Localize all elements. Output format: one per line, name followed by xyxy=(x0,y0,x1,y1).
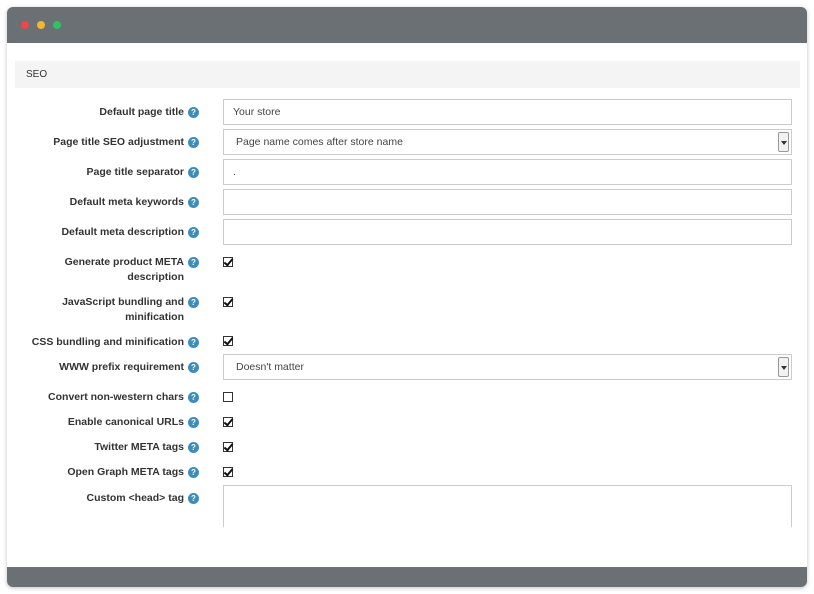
twitter-meta-label: Twitter META tags xyxy=(94,441,184,453)
title-seo-adjustment-value: Page name comes after store name xyxy=(236,136,403,148)
help-icon[interactable]: ? xyxy=(188,257,199,268)
window-titlebar xyxy=(7,7,807,43)
title-seo-adjustment-label: Page title SEO adjustment xyxy=(53,136,184,148)
custom-head-tag-textarea[interactable] xyxy=(223,485,792,527)
app-window: SEO Default page title ? Your store Page… xyxy=(7,7,807,587)
title-separator-label: Page title separator xyxy=(86,166,184,178)
convert-non-western-label: Convert non-western chars xyxy=(48,391,184,403)
meta-keywords-label: Default meta keywords xyxy=(69,196,184,208)
css-bundling-label: CSS bundling and minification xyxy=(31,336,184,348)
generate-product-meta-label-line1: Generate product META xyxy=(64,256,184,268)
js-bundling-label-line2: minification xyxy=(125,311,184,323)
close-window-icon[interactable] xyxy=(21,21,29,29)
help-icon[interactable]: ? xyxy=(188,197,199,208)
help-icon[interactable]: ? xyxy=(188,493,199,504)
help-icon[interactable]: ? xyxy=(188,167,199,178)
generate-product-meta-label-line2: description xyxy=(127,271,184,283)
www-prefix-select[interactable]: Doesn't matter xyxy=(223,354,792,380)
js-bundling-label-line1: JavaScript bundling and xyxy=(62,296,184,308)
help-icon[interactable]: ? xyxy=(188,362,199,373)
www-prefix-value: Doesn't matter xyxy=(236,361,304,373)
maximize-window-icon[interactable] xyxy=(53,21,61,29)
title-separator-input[interactable]: . xyxy=(223,159,792,185)
generate-product-meta-checkbox[interactable] xyxy=(223,257,233,267)
custom-head-tag-label: Custom <head> tag xyxy=(86,492,184,504)
chevron-down-icon[interactable] xyxy=(778,357,789,377)
chevron-down-icon[interactable] xyxy=(778,132,789,152)
help-icon[interactable]: ? xyxy=(188,337,199,348)
minimize-window-icon[interactable] xyxy=(37,21,45,29)
default-page-title-input[interactable]: Your store xyxy=(223,99,792,125)
help-icon[interactable]: ? xyxy=(188,137,199,148)
window-footer-bar xyxy=(7,567,807,587)
help-icon[interactable]: ? xyxy=(188,442,199,453)
css-bundling-checkbox[interactable] xyxy=(223,336,233,346)
help-icon[interactable]: ? xyxy=(188,467,199,478)
canonical-urls-label: Enable canonical URLs xyxy=(67,416,184,428)
meta-description-input[interactable] xyxy=(223,219,792,245)
help-icon[interactable]: ? xyxy=(188,417,199,428)
meta-description-label: Default meta description xyxy=(61,226,184,238)
convert-non-western-checkbox[interactable] xyxy=(223,392,233,402)
js-bundling-checkbox[interactable] xyxy=(223,297,233,307)
help-icon[interactable]: ? xyxy=(188,297,199,308)
title-seo-adjustment-select[interactable]: Page name comes after store name xyxy=(223,129,792,155)
open-graph-meta-checkbox[interactable] xyxy=(223,467,233,477)
www-prefix-label: WWW prefix requirement xyxy=(59,361,184,373)
seo-panel-header[interactable]: SEO xyxy=(15,61,800,88)
open-graph-meta-label: Open Graph META tags xyxy=(67,466,184,478)
meta-keywords-input[interactable] xyxy=(223,189,792,215)
twitter-meta-checkbox[interactable] xyxy=(223,442,233,452)
help-icon[interactable]: ? xyxy=(188,227,199,238)
canonical-urls-checkbox[interactable] xyxy=(223,417,233,427)
help-icon[interactable]: ? xyxy=(188,107,199,118)
default-page-title-label: Default page title xyxy=(99,106,184,118)
help-icon[interactable]: ? xyxy=(188,392,199,403)
